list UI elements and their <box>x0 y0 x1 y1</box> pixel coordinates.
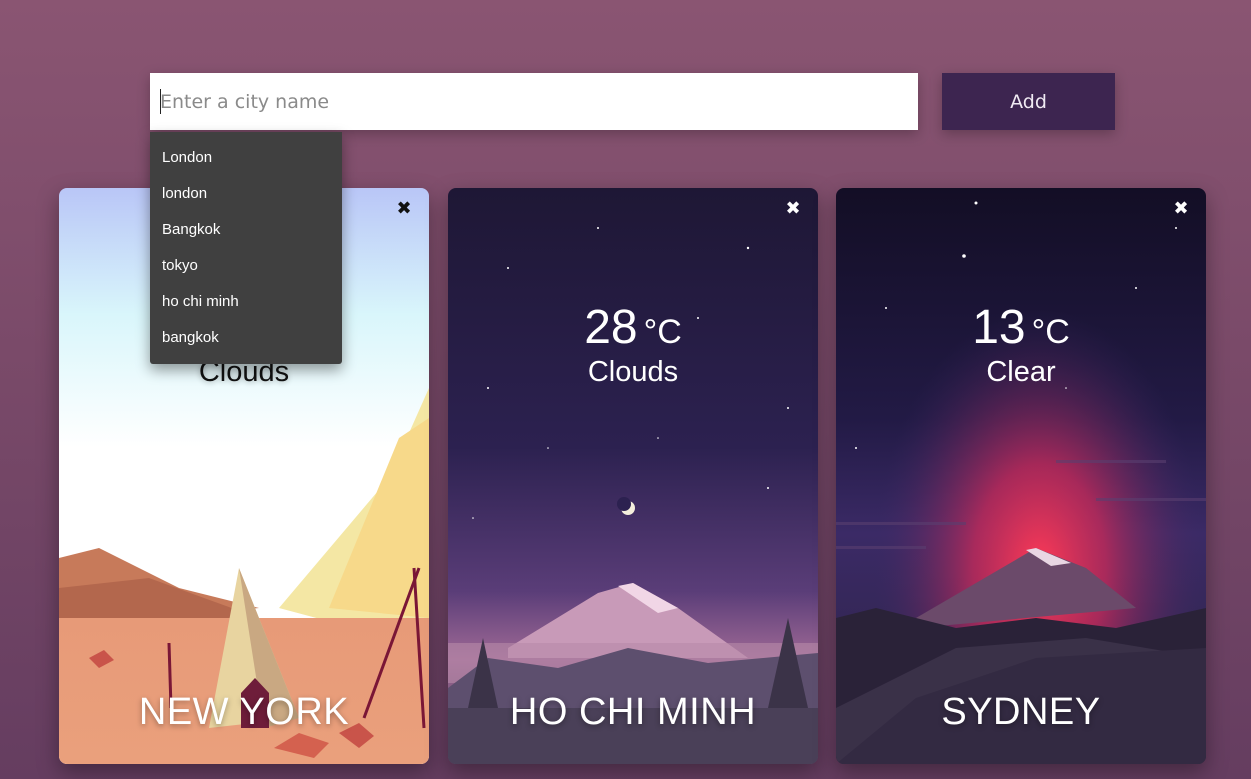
suggestion-item[interactable]: London <box>150 140 342 176</box>
suggestion-item[interactable]: Bangkok <box>150 212 342 248</box>
temperature-unit: °C <box>643 313 682 351</box>
temperature-unit: °C <box>1031 313 1070 351</box>
suggestion-item[interactable]: tokyo <box>150 248 342 284</box>
city-name: SYDNEY <box>941 691 1101 733</box>
weather-condition: Clouds <box>587 356 679 388</box>
suggestion-item[interactable]: ho chi minh <box>150 284 342 320</box>
weather-card-ho-chi-minh: ✖ 28 °C Clouds HO CHI MINH <box>448 188 818 764</box>
sunset-mountain-illustration <box>836 188 1206 764</box>
city-suggestions-dropdown: London london Bangkok tokyo ho chi minh … <box>150 132 342 364</box>
temperature-value: 28 <box>584 301 638 354</box>
temperature-row: 13 °C <box>836 300 1206 355</box>
weather-condition: Clear <box>986 356 1056 388</box>
weather-card-sydney: ✖ 13 °C Clear SYDNEY <box>836 188 1206 764</box>
close-icon[interactable]: ✖ <box>1170 198 1192 220</box>
suggestion-item[interactable]: bangkok <box>150 320 342 356</box>
close-icon[interactable]: ✖ <box>782 198 804 220</box>
city-search-input[interactable] <box>150 73 918 130</box>
city-name: NEW YORK <box>138 691 350 733</box>
suggestion-item[interactable]: london <box>150 176 342 212</box>
add-city-button[interactable]: Add <box>942 73 1115 130</box>
night-mountain-illustration <box>448 188 818 764</box>
text-cursor <box>160 89 161 114</box>
temperature-value: 13 <box>972 301 1026 354</box>
close-icon[interactable]: ✖ <box>393 198 415 220</box>
city-name: HO CHI MINH <box>509 691 757 733</box>
temperature-row: 28 °C <box>448 300 818 355</box>
